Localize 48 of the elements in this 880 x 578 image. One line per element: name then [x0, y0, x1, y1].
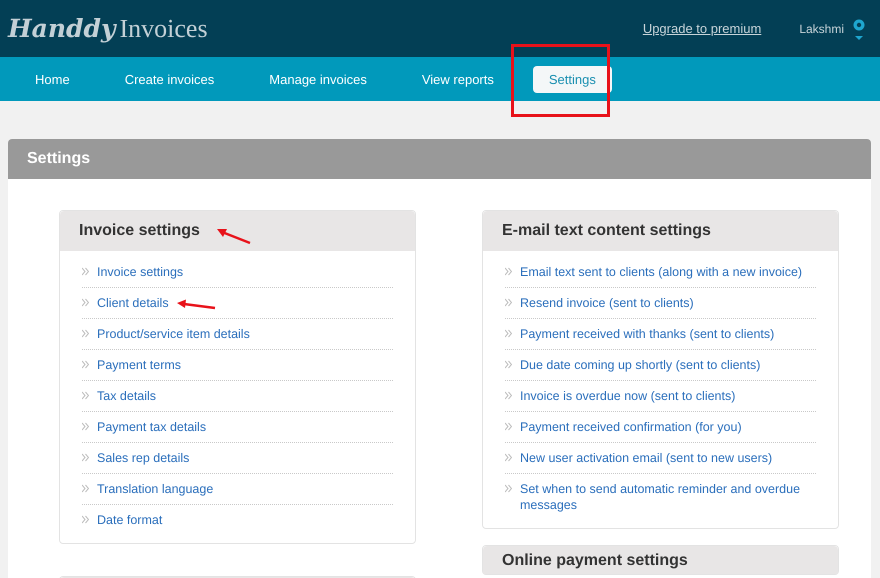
settings-link[interactable]: Payment received confirmation (for you)	[520, 419, 742, 435]
settings-link[interactable]: Payment received with thanks (sent to clients)	[520, 326, 774, 342]
chevron-icon	[505, 422, 512, 431]
chevron-icon	[82, 422, 89, 431]
chevron-icon	[505, 484, 512, 493]
chevron-icon	[505, 360, 512, 369]
settings-link[interactable]: Date format	[97, 512, 162, 528]
nav-tab[interactable]: Settings	[532, 66, 612, 92]
settings-link[interactable]: Translation language	[97, 481, 214, 497]
settings-link[interactable]: Resend invoice (sent to clients)	[520, 295, 694, 311]
card-header: E-mail text content settings	[483, 211, 838, 251]
chevron-icon	[505, 329, 512, 338]
chevron-icon	[82, 329, 89, 338]
chevron-icon	[82, 515, 89, 524]
panel-title: Settings	[8, 139, 871, 179]
settings-link[interactable]: Invoice is overdue now (sent to clients)	[520, 388, 736, 404]
settings-link[interactable]: Set when to send automatic reminder and overdue messages	[520, 481, 816, 513]
card-header: Online payment settings	[483, 546, 838, 574]
nav-tab[interactable]: View reports	[406, 66, 510, 92]
settings-link[interactable]: Sales rep details	[97, 450, 190, 466]
chevron-icon	[505, 298, 512, 307]
chevron-icon	[82, 267, 89, 276]
nav-tab[interactable]: Create invoices	[108, 66, 230, 92]
chevron-icon	[82, 391, 89, 400]
chevron-icon	[505, 453, 512, 462]
nav-tab[interactable]: Manage invoices	[253, 66, 383, 92]
settings-link[interactable]: Tax details	[97, 388, 156, 404]
chevron-icon	[505, 267, 512, 276]
annotation-arrow	[176, 299, 216, 311]
settings-link[interactable]: Payment tax details	[97, 419, 206, 435]
settings-link[interactable]: Email text sent to clients (along with a new invoice)	[520, 264, 802, 280]
upgrade-link[interactable]: Upgrade to premium	[642, 21, 762, 36]
chevron-icon	[82, 298, 89, 307]
chevron-icon	[505, 391, 512, 400]
chevron-icon	[82, 484, 89, 493]
settings-link[interactable]: Product/service item details	[97, 326, 250, 342]
chevron-icon	[82, 360, 89, 369]
user-name[interactable]: Lakshmi	[799, 22, 844, 36]
card-header: Invoice settings	[60, 211, 415, 251]
settings-link[interactable]: Due date coming up shortly (sent to clients)	[520, 357, 760, 373]
settings-link[interactable]: New user activation email (sent to new users)	[520, 450, 772, 466]
settings-link[interactable]: Payment terms	[97, 357, 182, 373]
settings-link[interactable]: Invoice settings	[97, 264, 184, 280]
chevron-icon	[82, 453, 89, 462]
logo-script: Handdy	[8, 14, 116, 42]
nav-tab[interactable]: Home	[19, 66, 86, 92]
settings-link[interactable]: Client details	[97, 295, 169, 311]
logo-text: Invoices	[119, 14, 208, 44]
